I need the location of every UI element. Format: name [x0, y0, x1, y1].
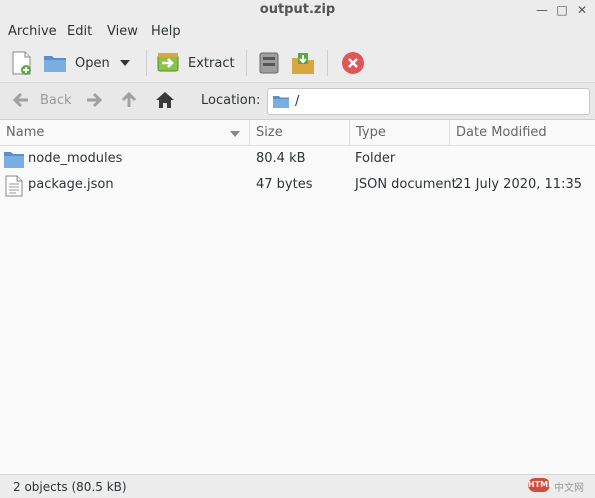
- extract-icon: [157, 53, 179, 72]
- home-button[interactable]: [155, 91, 175, 109]
- stop-icon: [342, 52, 364, 74]
- menu-help[interactable]: Help: [151, 24, 181, 39]
- toolbar-separator: [327, 50, 328, 76]
- arrow-right-icon: [87, 92, 103, 108]
- open-dropdown-button[interactable]: [119, 49, 131, 77]
- toolbar: Open Extract: [0, 44, 595, 82]
- column-header: Name Size Type Date Modified: [0, 120, 595, 146]
- watermark-text: 中文网: [554, 483, 584, 494]
- add-folder-button[interactable]: [290, 49, 316, 77]
- status-text: 2 objects (80.5 kB): [13, 480, 127, 494]
- menu-view[interactable]: View: [107, 24, 138, 39]
- table-row[interactable]: package.json 47 bytes JSON document 21 J…: [0, 172, 595, 198]
- menu-archive[interactable]: Archive: [8, 24, 57, 39]
- status-bar: 2 objects (80.5 kB) HTML 中文网: [0, 474, 595, 498]
- folder-icon: [273, 96, 289, 108]
- menu-edit[interactable]: Edit: [67, 24, 92, 39]
- location-value: /: [295, 94, 300, 109]
- toolbar-separator: [146, 50, 147, 76]
- file-name: node_modules: [28, 151, 123, 166]
- column-header-modified[interactable]: Date Modified: [450, 120, 595, 146]
- new-archive-icon: [12, 51, 31, 75]
- extract-label: Extract: [188, 55, 235, 71]
- maximize-button[interactable]: □: [553, 1, 571, 19]
- file-list: node_modules 80.4 kB Folder package.json…: [0, 146, 595, 474]
- up-button[interactable]: [120, 91, 138, 109]
- forward-button[interactable]: [85, 91, 103, 109]
- toolbar-separator: [246, 50, 247, 76]
- menu-bar: Archive Edit View Help: [0, 20, 595, 44]
- stop-button[interactable]: [341, 49, 365, 77]
- file-type: Folder: [355, 151, 396, 166]
- column-header-name[interactable]: Name: [0, 120, 250, 146]
- open-button[interactable]: Open: [43, 49, 110, 77]
- window-title: output.zip: [259, 2, 336, 17]
- close-window-button[interactable]: ✕: [573, 1, 591, 19]
- sort-down-icon: [230, 131, 240, 137]
- file-size: 47 bytes: [256, 177, 313, 192]
- open-label: Open: [75, 55, 110, 71]
- location-label: Location:: [201, 93, 261, 108]
- column-header-type[interactable]: Type: [350, 120, 450, 146]
- minimize-button[interactable]: —: [533, 1, 551, 19]
- chevron-down-icon: [120, 60, 130, 66]
- arrow-up-icon: [121, 91, 137, 107]
- new-archive-button[interactable]: [10, 49, 34, 77]
- archive-box-icon: [259, 52, 279, 74]
- back-button[interactable]: Back: [12, 91, 72, 109]
- location-bar: Back Location: /: [0, 82, 595, 120]
- location-input[interactable]: /: [267, 88, 590, 115]
- title-bar: output.zip — □ ✕: [0, 0, 595, 20]
- file-icon: [5, 175, 23, 197]
- folder-open-icon: [44, 56, 66, 72]
- file-modified: 21 July 2020, 11:35: [455, 177, 582, 192]
- file-type: JSON document: [355, 177, 457, 192]
- file-size: 80.4 kB: [256, 151, 306, 166]
- folder-icon: [4, 152, 24, 168]
- home-icon: [156, 92, 174, 108]
- column-header-size[interactable]: Size: [250, 120, 350, 146]
- arrow-left-icon: [12, 92, 28, 108]
- table-row[interactable]: node_modules 80.4 kB Folder: [0, 146, 595, 172]
- add-folder-icon: [292, 53, 314, 74]
- file-name: package.json: [28, 177, 114, 192]
- add-files-button[interactable]: [258, 49, 280, 77]
- extract-button[interactable]: Extract: [156, 49, 235, 77]
- watermark-badge: HTML: [528, 478, 553, 492]
- back-label: Back: [40, 92, 72, 108]
